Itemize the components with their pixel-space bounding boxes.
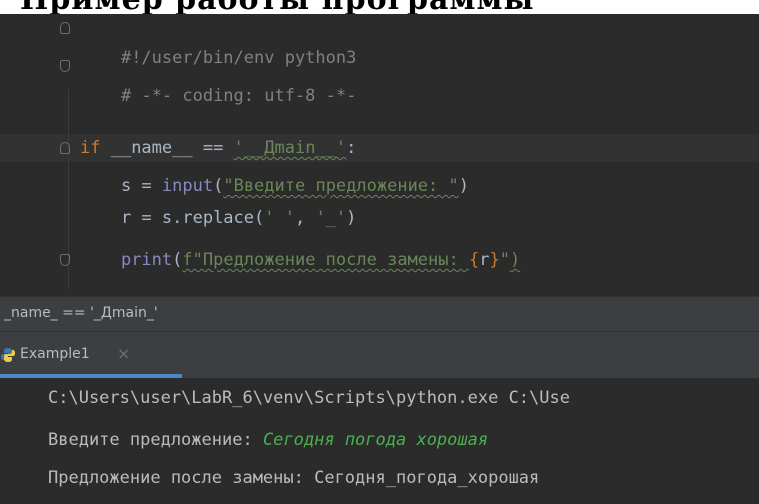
console-user-input: Сегодня погода хорошая [262,430,489,450]
fstring-end: " [499,250,510,270]
code-line-if-main[interactable]: if __name__ == '__Дmain__': [80,134,356,162]
assign-r: r = s.replace( [120,208,265,228]
python-icon [1,348,15,362]
code-line-replace[interactable]: r = s.replace(' ', '_') [80,204,356,232]
code-editor[interactable]: #!/user/bin/env python3 # -*- coding: ut… [0,14,759,296]
breadcrumb[interactable]: _name_ == '_Дmain_' [0,296,759,332]
document-heading-text: Пример работы программы [20,0,535,14]
brace-close: } [489,250,500,270]
brace-open: { [468,250,480,270]
breadcrumb-item[interactable]: _name_ == '_Дmain_' [4,305,158,321]
fold-close-icon[interactable] [60,60,70,72]
run-tool-window-tabs: Example1 × [0,332,759,378]
paren-close: ) [458,176,469,196]
builtin-input: input [161,176,214,196]
run-console[interactable]: C:\Users\user\LabR_6\venv\Scripts\python… [0,378,759,504]
fold-close-icon[interactable] [60,254,70,266]
colon: : [346,138,357,158]
fstring-var: r [479,250,490,270]
fstring-text: f"Предложение после замены: [182,250,469,270]
code-line-encoding[interactable]: # -*- coding: utf-8 -*- [80,54,356,106]
console-command-line: C:\Users\user\LabR_6\venv\Scripts\python… [48,388,570,408]
tab-example1[interactable]: Example1 × [0,332,182,378]
name-expression: __name__ == [100,138,234,158]
builtin-print: print [120,250,173,270]
tab-label: Example1 [20,346,90,362]
paren-close: ) [509,250,521,270]
underscore-string: '_' [315,208,347,228]
code-line-input[interactable]: s = input("Введите предложение: ") [80,172,469,200]
code-line-print[interactable]: print(f"Предложение после замены: {r}") [80,246,520,274]
keyword-if: if [80,138,101,158]
fold-open-icon[interactable] [60,142,70,154]
paren-open: ( [213,176,224,196]
paren-open: ( [172,250,183,270]
close-icon[interactable]: × [117,344,130,363]
document-heading-fragment: Пример работы программы [0,0,759,14]
console-prompt: Введите предложение: [48,430,263,450]
assign-s: s = [120,176,162,196]
console-prompt-line: Введите предложение: Сегодня погода хоро… [48,426,488,454]
encoding-comment: # -*- coding: utf-8 -*- [120,86,357,106]
fold-open-icon[interactable] [60,22,70,34]
console-result-line: Предложение после замены: Сегодня_погода… [48,468,540,488]
space-string: ' ' [264,208,295,228]
prompt-string: "Введите предложение: " [223,176,459,196]
code-line-shebang[interactable]: #!/user/bin/env python3 [80,16,356,68]
paren-close: ) [346,208,357,228]
main-string: '__Дmain__' [233,138,347,158]
comma: , [294,208,316,228]
